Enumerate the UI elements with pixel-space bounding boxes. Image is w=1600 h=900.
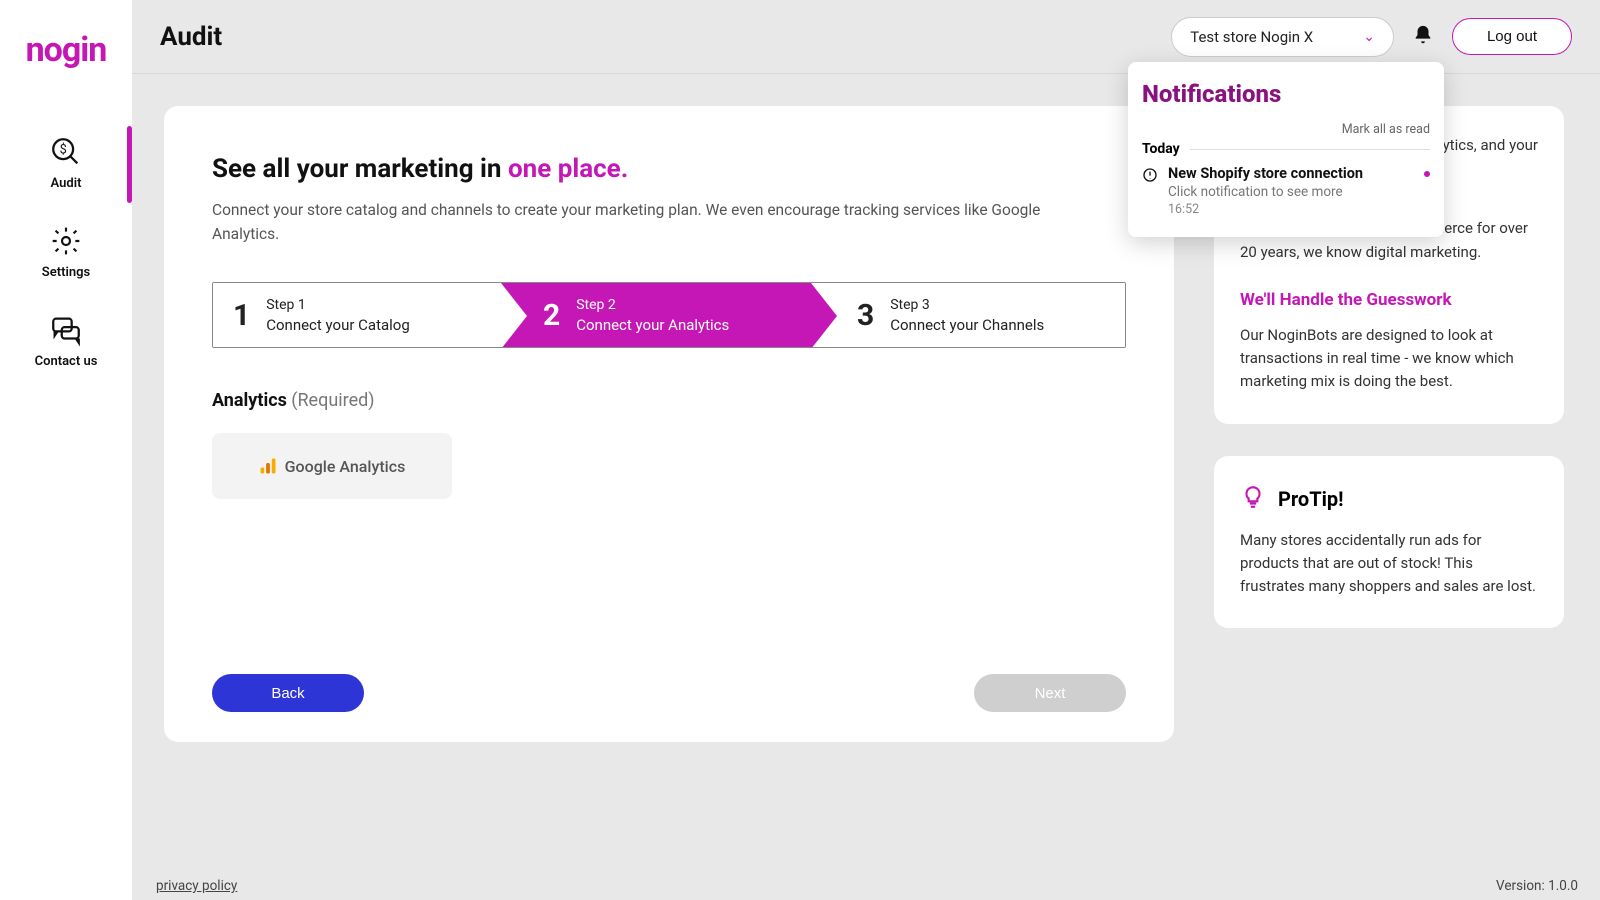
info-body: Our NoginBots are designed to look at tr… <box>1240 324 1538 394</box>
button-row: Back Next <box>212 674 1126 712</box>
step-3[interactable]: 3 Step 3 Connect your Channels <box>811 283 1125 347</box>
logout-button[interactable]: Log out <box>1452 18 1572 55</box>
step-caption: Step 1 <box>266 297 410 313</box>
brand-logo: nogin <box>26 30 107 70</box>
protip-body: Many stores accidentally run ads for pro… <box>1240 529 1538 599</box>
sidebar-nav: $ Audit Settings <box>0 120 132 387</box>
stepper: 1 Step 1 Connect your Catalog 2 Step 2 C… <box>212 282 1126 348</box>
gear-icon <box>48 223 84 259</box>
step-caption: Step 2 <box>576 297 729 313</box>
notification-body: New Shopify store connection Click notif… <box>1168 165 1416 217</box>
notification-item[interactable]: New Shopify store connection Click notif… <box>1142 165 1430 217</box>
step-number: 1 <box>233 298 250 333</box>
notifications-day-label: Today <box>1142 141 1180 157</box>
divider <box>1190 149 1430 150</box>
unread-dot-icon <box>1424 171 1430 177</box>
topbar-right: Test store Nogin X ⌄ Log out <box>1171 17 1572 57</box>
chat-icon <box>48 312 84 348</box>
bell-icon <box>1412 24 1434 46</box>
provider-label: Google Analytics <box>285 457 406 476</box>
step-number: 2 <box>543 298 560 333</box>
headline-part-a: See all your marketing in <box>212 154 508 184</box>
sidebar-item-label: Settings <box>42 265 90 280</box>
footer: privacy policy Version: 1.0.0 <box>156 878 1578 900</box>
section-label-bold: Analytics <box>212 390 287 411</box>
sidebar-item-label: Contact us <box>35 354 98 369</box>
step-label: Connect your Catalog <box>266 316 410 334</box>
sidebar-item-settings[interactable]: Settings <box>0 209 132 298</box>
notification-title: New Shopify store connection <box>1168 165 1416 182</box>
mark-all-read[interactable]: Mark all as read <box>1142 122 1430 137</box>
privacy-link[interactable]: privacy policy <box>156 878 237 900</box>
step-label: Connect your Analytics <box>576 316 729 334</box>
step-caption: Step 3 <box>890 297 1044 313</box>
version-label: Version: 1.0.0 <box>1496 878 1578 900</box>
protip-title: ProTip! <box>1278 487 1344 511</box>
back-button[interactable]: Back <box>212 674 364 712</box>
step-label: Connect your Channels <box>890 316 1044 334</box>
section-label: Analytics (Required) <box>212 390 1126 411</box>
protip-card: ProTip! Many stores accidentally run ads… <box>1214 456 1564 629</box>
sidebar: nogin $ Audit Settings <box>0 0 132 900</box>
lightbulb-icon <box>1240 484 1266 515</box>
info-heading: We'll Handle the Guesswork <box>1240 290 1538 310</box>
notifications-button[interactable] <box>1408 20 1438 53</box>
headline-part-b: one place. <box>508 154 628 184</box>
headline: See all your marketing in one place. <box>212 154 1126 184</box>
sidebar-item-audit[interactable]: $ Audit <box>0 120 132 209</box>
next-button[interactable]: Next <box>974 674 1126 712</box>
store-selector[interactable]: Test store Nogin X ⌄ <box>1171 17 1394 57</box>
store-selected-label: Test store Nogin X <box>1190 28 1313 46</box>
notifications-title: Notifications <box>1142 80 1430 108</box>
main-card: See all your marketing in one place. Con… <box>164 106 1174 742</box>
subheadline: Connect your store catalog and channels … <box>212 198 1042 246</box>
alert-circle-icon <box>1142 167 1160 217</box>
svg-text:$: $ <box>60 142 67 157</box>
dollar-magnify-icon: $ <box>48 134 84 170</box>
provider-google-analytics[interactable]: Google Analytics <box>212 433 452 499</box>
notifications-panel: Notifications Mark all as read Today New… <box>1128 62 1444 237</box>
google-analytics-icon <box>259 457 277 475</box>
chevron-down-icon: ⌄ <box>1363 29 1375 45</box>
step-number: 3 <box>857 298 874 333</box>
sidebar-item-contact[interactable]: Contact us <box>0 298 132 387</box>
notification-subtitle: Click notification to see more <box>1168 184 1416 200</box>
info-block-guesswork: We'll Handle the Guesswork Our NoginBots… <box>1240 290 1538 394</box>
page-title: Audit <box>160 22 222 52</box>
notification-time: 16:52 <box>1168 202 1416 217</box>
section-label-required: (Required) <box>287 390 375 411</box>
protip-heading: ProTip! <box>1240 484 1538 515</box>
notifications-day-header: Today <box>1142 141 1430 157</box>
step-2[interactable]: 2 Step 2 Connect your Analytics <box>501 283 811 347</box>
sidebar-item-label: Audit <box>51 176 82 191</box>
step-1[interactable]: 1 Step 1 Connect your Catalog <box>213 283 501 347</box>
